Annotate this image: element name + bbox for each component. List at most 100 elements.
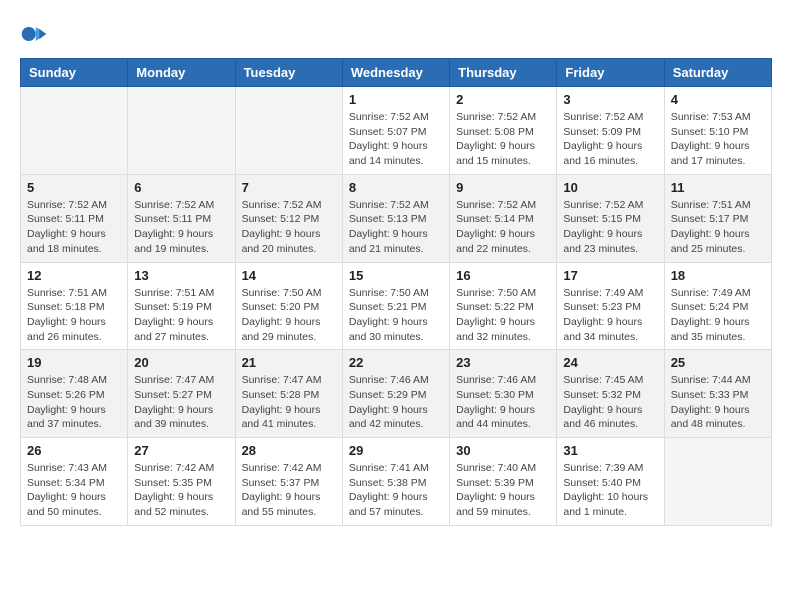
day-number: 25 — [671, 355, 765, 370]
day-info: Sunrise: 7:50 AM Sunset: 5:22 PM Dayligh… — [456, 286, 550, 345]
weekday-header: Sunday — [21, 59, 128, 87]
day-number: 8 — [349, 180, 443, 195]
calendar-cell: 5 Sunrise: 7:52 AM Sunset: 5:11 PM Daylig… — [21, 174, 128, 262]
day-info: Sunrise: 7:52 AM Sunset: 5:14 PM Dayligh… — [456, 198, 550, 257]
calendar-week-row: 1 Sunrise: 7:52 AM Sunset: 5:07 PM Daylig… — [21, 87, 772, 175]
calendar-cell: 26Sunrise: 7:43 AM Sunset: 5:34 PM Dayli… — [21, 438, 128, 526]
day-number: 24 — [563, 355, 657, 370]
day-info: Sunrise: 7:49 AM Sunset: 5:23 PM Dayligh… — [563, 286, 657, 345]
day-info: Sunrise: 7:46 AM Sunset: 5:30 PM Dayligh… — [456, 373, 550, 432]
calendar-cell: 19 Sunrise: 7:48 AM Sunset: 5:26 PM Dayli… — [21, 350, 128, 438]
day-info: Sunrise: 7:51 AM Sunset: 5:19 PM Dayligh… — [134, 286, 228, 345]
calendar-cell: 24 Sunrise: 7:45 AM Sunset: 5:32 PM Dayli… — [557, 350, 664, 438]
calendar-cell: 23Sunrise: 7:46 AM Sunset: 5:30 PM Dayli… — [450, 350, 557, 438]
calendar-cell: 16 Sunrise: 7:50 AM Sunset: 5:22 PM Dayli… — [450, 262, 557, 350]
day-info: Sunrise: 7:48 AM Sunset: 5:26 PM Dayligh… — [27, 373, 121, 432]
day-info: Sunrise: 7:52 AM Sunset: 5:15 PM Dayligh… — [563, 198, 657, 257]
calendar-cell: 8 Sunrise: 7:52 AM Sunset: 5:13 PM Daylig… — [342, 174, 449, 262]
day-info: Sunrise: 7:47 AM Sunset: 5:28 PM Dayligh… — [242, 373, 336, 432]
day-info: Sunrise: 7:46 AM Sunset: 5:29 PM Dayligh… — [349, 373, 443, 432]
day-number: 30 — [456, 443, 550, 458]
calendar-cell: 25Sunrise: 7:44 AM Sunset: 5:33 PM Dayli… — [664, 350, 771, 438]
calendar-cell: 21 Sunrise: 7:47 AM Sunset: 5:28 PM Dayli… — [235, 350, 342, 438]
day-number: 29 — [349, 443, 443, 458]
page-header — [20, 20, 772, 48]
day-number: 4 — [671, 92, 765, 107]
day-number: 11 — [671, 180, 765, 195]
weekday-header: Friday — [557, 59, 664, 87]
day-number: 5 — [27, 180, 121, 195]
day-info: Sunrise: 7:51 AM Sunset: 5:17 PM Dayligh… — [671, 198, 765, 257]
day-info: Sunrise: 7:53 AM Sunset: 5:10 PM Dayligh… — [671, 110, 765, 169]
logo — [20, 20, 52, 48]
calendar-cell: 2Sunrise: 7:52 AM Sunset: 5:08 PM Daylig… — [450, 87, 557, 175]
calendar-cell: 28 Sunrise: 7:42 AM Sunset: 5:37 PM Dayli… — [235, 438, 342, 526]
day-number: 15 — [349, 268, 443, 283]
day-info: Sunrise: 7:52 AM Sunset: 5:11 PM Dayligh… — [134, 198, 228, 257]
calendar-cell — [235, 87, 342, 175]
day-info: Sunrise: 7:43 AM Sunset: 5:34 PM Dayligh… — [27, 461, 121, 520]
day-info: Sunrise: 7:40 AM Sunset: 5:39 PM Dayligh… — [456, 461, 550, 520]
day-info: Sunrise: 7:45 AM Sunset: 5:32 PM Dayligh… — [563, 373, 657, 432]
calendar-cell: 13 Sunrise: 7:51 AM Sunset: 5:19 PM Dayli… — [128, 262, 235, 350]
calendar-table: SundayMondayTuesdayWednesdayThursdayFrid… — [20, 58, 772, 526]
calendar-cell: 9 Sunrise: 7:52 AM Sunset: 5:14 PM Daylig… — [450, 174, 557, 262]
day-info: Sunrise: 7:50 AM Sunset: 5:20 PM Dayligh… — [242, 286, 336, 345]
day-info: Sunrise: 7:50 AM Sunset: 5:21 PM Dayligh… — [349, 286, 443, 345]
calendar-week-row: 26Sunrise: 7:43 AM Sunset: 5:34 PM Dayli… — [21, 438, 772, 526]
day-number: 19 — [27, 355, 121, 370]
day-info: Sunrise: 7:51 AM Sunset: 5:18 PM Dayligh… — [27, 286, 121, 345]
calendar-cell: 7 Sunrise: 7:52 AM Sunset: 5:12 PM Daylig… — [235, 174, 342, 262]
day-info: Sunrise: 7:52 AM Sunset: 5:12 PM Dayligh… — [242, 198, 336, 257]
calendar-cell: 18Sunrise: 7:49 AM Sunset: 5:24 PM Dayli… — [664, 262, 771, 350]
calendar-cell: 30 Sunrise: 7:40 AM Sunset: 5:39 PM Dayli… — [450, 438, 557, 526]
calendar-header-row: SundayMondayTuesdayWednesdayThursdayFrid… — [21, 59, 772, 87]
day-number: 14 — [242, 268, 336, 283]
day-info: Sunrise: 7:42 AM Sunset: 5:35 PM Dayligh… — [134, 461, 228, 520]
calendar-cell: 27 Sunrise: 7:42 AM Sunset: 5:35 PM Dayli… — [128, 438, 235, 526]
day-number: 9 — [456, 180, 550, 195]
weekday-header: Monday — [128, 59, 235, 87]
day-info: Sunrise: 7:52 AM Sunset: 5:07 PM Dayligh… — [349, 110, 443, 169]
day-number: 27 — [134, 443, 228, 458]
calendar-cell: 1 Sunrise: 7:52 AM Sunset: 5:07 PM Daylig… — [342, 87, 449, 175]
calendar-cell: 3 Sunrise: 7:52 AM Sunset: 5:09 PM Daylig… — [557, 87, 664, 175]
day-number: 12 — [27, 268, 121, 283]
calendar-cell — [128, 87, 235, 175]
weekday-header: Tuesday — [235, 59, 342, 87]
calendar-week-row: 19 Sunrise: 7:48 AM Sunset: 5:26 PM Dayli… — [21, 350, 772, 438]
day-number: 3 — [563, 92, 657, 107]
calendar-week-row: 12 Sunrise: 7:51 AM Sunset: 5:18 PM Dayli… — [21, 262, 772, 350]
day-number: 28 — [242, 443, 336, 458]
calendar-cell: 6Sunrise: 7:52 AM Sunset: 5:11 PM Daylig… — [128, 174, 235, 262]
calendar-cell — [21, 87, 128, 175]
calendar-cell: 17Sunrise: 7:49 AM Sunset: 5:23 PM Dayli… — [557, 262, 664, 350]
day-number: 1 — [349, 92, 443, 107]
day-number: 7 — [242, 180, 336, 195]
day-info: Sunrise: 7:52 AM Sunset: 5:09 PM Dayligh… — [563, 110, 657, 169]
calendar-cell: 10 Sunrise: 7:52 AM Sunset: 5:15 PM Dayli… — [557, 174, 664, 262]
day-info: Sunrise: 7:39 AM Sunset: 5:40 PM Dayligh… — [563, 461, 657, 520]
calendar-cell: 15 Sunrise: 7:50 AM Sunset: 5:21 PM Dayli… — [342, 262, 449, 350]
day-number: 16 — [456, 268, 550, 283]
calendar-cell: 31 Sunrise: 7:39 AM Sunset: 5:40 PM Dayli… — [557, 438, 664, 526]
calendar-cell: 12 Sunrise: 7:51 AM Sunset: 5:18 PM Dayli… — [21, 262, 128, 350]
day-info: Sunrise: 7:47 AM Sunset: 5:27 PM Dayligh… — [134, 373, 228, 432]
day-info: Sunrise: 7:42 AM Sunset: 5:37 PM Dayligh… — [242, 461, 336, 520]
logo-icon — [20, 20, 48, 48]
day-number: 13 — [134, 268, 228, 283]
day-info: Sunrise: 7:49 AM Sunset: 5:24 PM Dayligh… — [671, 286, 765, 345]
day-info: Sunrise: 7:52 AM Sunset: 5:13 PM Dayligh… — [349, 198, 443, 257]
calendar-cell: 11 Sunrise: 7:51 AM Sunset: 5:17 PM Dayli… — [664, 174, 771, 262]
day-number: 20 — [134, 355, 228, 370]
calendar-week-row: 5 Sunrise: 7:52 AM Sunset: 5:11 PM Daylig… — [21, 174, 772, 262]
calendar-cell: 20 Sunrise: 7:47 AM Sunset: 5:27 PM Dayli… — [128, 350, 235, 438]
calendar-body: 1 Sunrise: 7:52 AM Sunset: 5:07 PM Daylig… — [21, 87, 772, 526]
day-number: 10 — [563, 180, 657, 195]
calendar-cell: 4 Sunrise: 7:53 AM Sunset: 5:10 PM Daylig… — [664, 87, 771, 175]
day-info: Sunrise: 7:41 AM Sunset: 5:38 PM Dayligh… — [349, 461, 443, 520]
day-number: 31 — [563, 443, 657, 458]
day-number: 21 — [242, 355, 336, 370]
day-info: Sunrise: 7:52 AM Sunset: 5:11 PM Dayligh… — [27, 198, 121, 257]
weekday-header: Wednesday — [342, 59, 449, 87]
